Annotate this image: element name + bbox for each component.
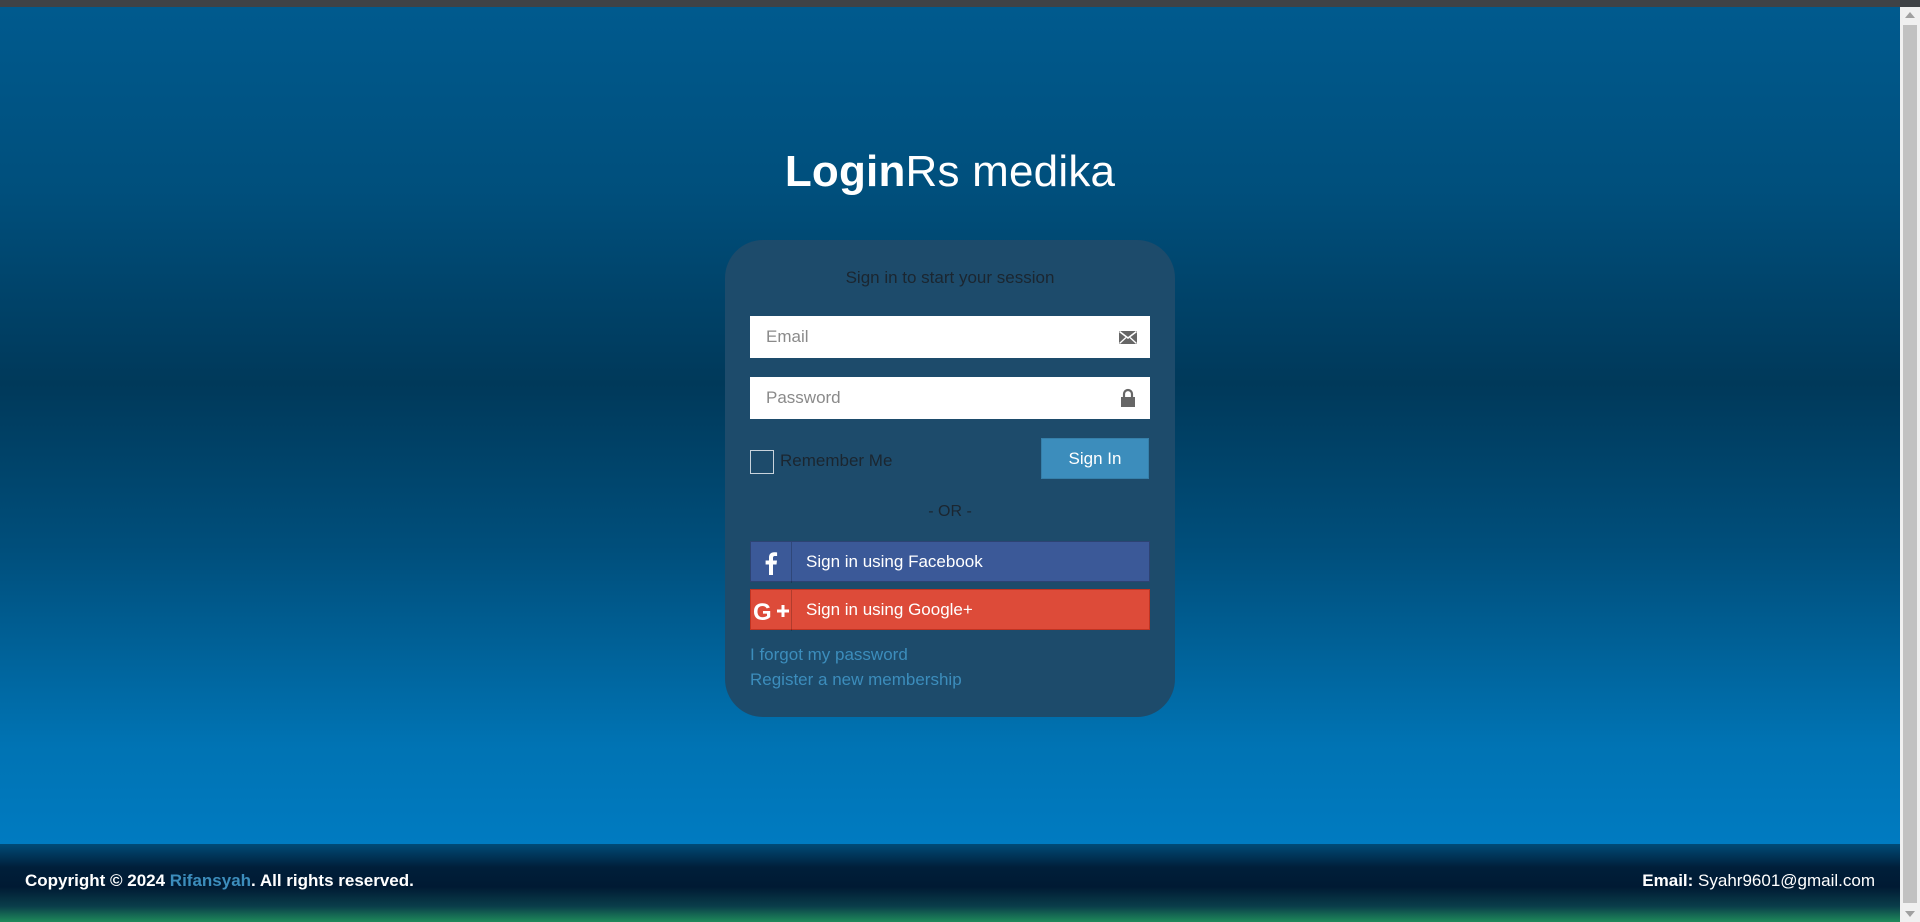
forgot-password-link[interactable]: I forgot my password (750, 645, 908, 665)
login-box: Sign in to start your session Remem (725, 240, 1175, 717)
password-input[interactable] (750, 377, 1106, 419)
login-logo: LoginRs medika (0, 147, 1900, 197)
google-signin-button[interactable]: G Sign in using Google+ (750, 589, 1150, 631)
remember-me-checkbox[interactable] (750, 450, 774, 474)
svg-text:G: G (753, 599, 772, 623)
scroll-thumb[interactable] (1903, 25, 1917, 903)
page-footer: Copyright © 2024 Rifansyah. All rights r… (0, 844, 1900, 922)
login-page: LoginRs medika Sign in to start your ses… (0, 7, 1900, 844)
envelope-icon (1118, 327, 1138, 347)
footer-email-label: Email: (1642, 871, 1694, 890)
scroll-up-arrow[interactable] (1905, 12, 1915, 18)
or-divider: - OR - (928, 503, 972, 520)
logo-bold: Login (784, 147, 906, 196)
footer-copyright: Copyright © 2024 Rifansyah. All rights r… (25, 871, 414, 891)
facebook-icon (751, 542, 792, 583)
password-field-wrapper (750, 377, 1150, 419)
facebook-signin-button[interactable]: Sign in using Facebook (750, 541, 1150, 583)
logo-light: Rs medika (905, 147, 1116, 196)
remember-me-label[interactable]: Remember Me (780, 451, 892, 471)
email-field-wrapper (750, 316, 1150, 358)
lock-icon (1118, 388, 1138, 408)
login-box-message: Sign in to start your session (845, 268, 1055, 287)
email-input[interactable] (750, 316, 1106, 358)
copyright-prefix: Copyright © 2024 (25, 871, 166, 890)
footer-email-value: Syahr9601@gmail.com (1698, 871, 1875, 890)
browser-top-bar (0, 0, 1920, 7)
copyright-rights: . All rights reserved. (251, 871, 414, 890)
register-link[interactable]: Register a new membership (750, 670, 962, 690)
google-plus-icon: G (751, 590, 792, 631)
vertical-scrollbar[interactable] (1900, 7, 1920, 922)
scroll-down-arrow[interactable] (1905, 911, 1915, 917)
facebook-signin-label: Sign in using Facebook (806, 552, 983, 571)
sign-in-button[interactable]: Sign In (1041, 438, 1149, 479)
google-signin-label: Sign in using Google+ (806, 600, 973, 619)
footer-email: Email: Syahr9601@gmail.com (1642, 871, 1875, 891)
author-link[interactable]: Rifansyah (170, 871, 251, 890)
